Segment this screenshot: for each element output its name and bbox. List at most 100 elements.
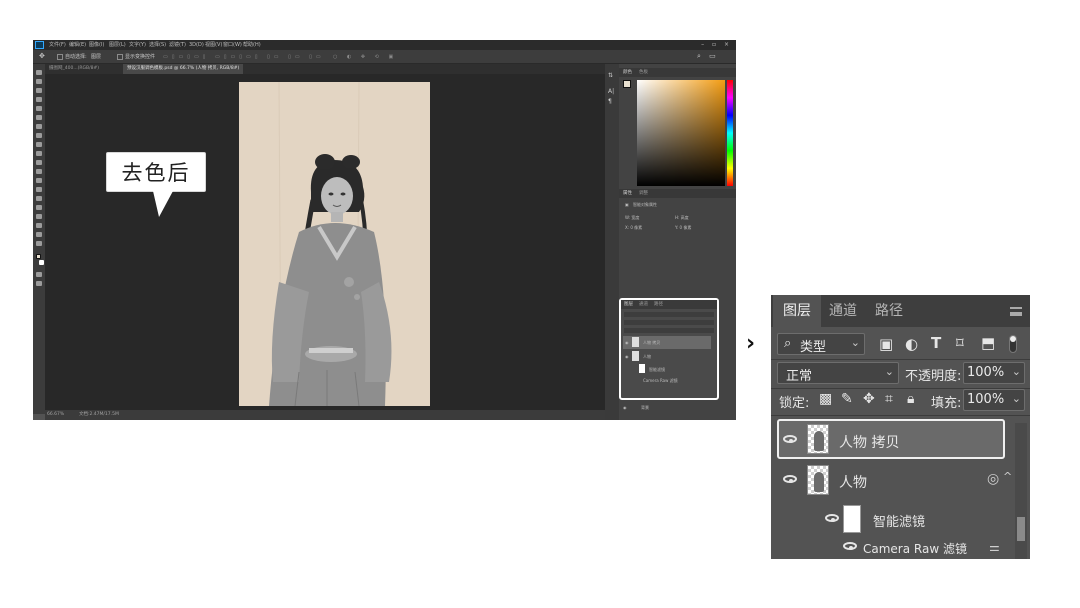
3d-mode-icons[interactable]: ○ ◐ ✥ ⟲ ▣ bbox=[333, 53, 397, 61]
eye-icon[interactable] bbox=[825, 514, 839, 522]
tab-adjustments[interactable]: 调整 bbox=[639, 189, 648, 198]
filter-toggle[interactable] bbox=[1009, 335, 1017, 353]
hue-slider[interactable] bbox=[727, 80, 733, 186]
window-controls[interactable]: – ▫ × bbox=[701, 40, 732, 50]
healing-tool-icon[interactable] bbox=[36, 124, 42, 129]
align-icons[interactable]: ▭▯▭▯▭▯ ▭▯▭▯▭▯ ▯▭ ▯▭ ▯▭ bbox=[163, 53, 325, 61]
foreground-color-swatch[interactable] bbox=[36, 254, 41, 259]
menu-edit[interactable]: 编辑(E) bbox=[69, 41, 86, 49]
brush-tool-icon[interactable] bbox=[36, 133, 42, 138]
lock-position-icon[interactable]: ✥ bbox=[863, 391, 875, 407]
mini-tab-layers[interactable]: 图层 bbox=[624, 300, 633, 309]
zoom-tool-icon[interactable] bbox=[36, 241, 42, 246]
menu-type[interactable]: 文字(Y) bbox=[129, 41, 146, 49]
document-image[interactable] bbox=[239, 82, 430, 406]
history-icon[interactable]: ⇅ bbox=[608, 72, 613, 79]
filter-adjustment-icon[interactable]: ◐ bbox=[905, 335, 918, 353]
filter-type-icon[interactable]: T bbox=[931, 334, 941, 352]
prop-x[interactable]: X: 0 像素 bbox=[625, 225, 642, 231]
tab-paths[interactable]: 路径 bbox=[865, 295, 913, 327]
gradient-tool-icon[interactable] bbox=[36, 169, 42, 174]
mini-smart-filters-row[interactable]: 智能滤镜 bbox=[631, 364, 711, 374]
eraser-tool-icon[interactable] bbox=[36, 160, 42, 165]
menu-layer[interactable]: 图层(L) bbox=[109, 41, 126, 49]
eyedropper-tool-icon[interactable] bbox=[36, 115, 42, 120]
paragraph-icon[interactable]: ¶ bbox=[608, 98, 612, 105]
filter-pixel-icon[interactable]: ▣ bbox=[879, 335, 893, 353]
type-tool-icon[interactable] bbox=[36, 205, 42, 210]
tab-swatches[interactable]: 色板 bbox=[639, 68, 648, 77]
mini-tab-paths[interactable]: 路径 bbox=[654, 300, 663, 309]
shape-tool-icon[interactable] bbox=[36, 223, 42, 228]
opacity-field[interactable]: 100% ⌄ bbox=[963, 362, 1025, 384]
menu-select[interactable]: 选择(S) bbox=[149, 41, 166, 49]
canvas-area[interactable] bbox=[45, 74, 611, 410]
panel-menu-icon[interactable] bbox=[1010, 307, 1022, 316]
eye-icon[interactable] bbox=[843, 542, 857, 550]
path-select-tool-icon[interactable] bbox=[36, 214, 42, 219]
tab-document-1[interactable]: 摄图网_400...(RGB/8#) bbox=[45, 64, 103, 74]
mini-eye-icon[interactable]: ◉ bbox=[625, 354, 629, 359]
screen-mode-icon[interactable] bbox=[36, 281, 42, 286]
blend-mode-dropdown[interactable]: 正常 ⌄ bbox=[777, 362, 899, 384]
dodge-tool-icon[interactable] bbox=[36, 187, 42, 192]
fill-field[interactable]: 100% ⌄ bbox=[963, 389, 1025, 411]
zoom-readout[interactable]: 66.67% bbox=[47, 410, 64, 420]
layer-row-selected[interactable]: 人物 拷贝 bbox=[777, 419, 1005, 459]
lock-artboard-icon[interactable]: ⌗ bbox=[885, 391, 893, 407]
tab-color[interactable]: 颜色 bbox=[623, 68, 632, 77]
lock-transparent-icon[interactable]: ▩ bbox=[819, 391, 832, 407]
marquee-tool-icon[interactable] bbox=[36, 79, 42, 84]
eye-icon[interactable] bbox=[783, 435, 797, 443]
tab-document-2[interactable]: 预设汉服调色模板.psd @ 66.7% (人物 拷贝, RGB/8#) bbox=[123, 64, 244, 74]
color-picker-field[interactable] bbox=[637, 80, 725, 186]
auto-select-dropdown[interactable]: 图层 bbox=[91, 53, 101, 61]
menu-view[interactable]: 视图(V) bbox=[205, 41, 222, 49]
auto-select-checkbox[interactable] bbox=[57, 54, 63, 60]
stamp-tool-icon[interactable] bbox=[36, 142, 42, 147]
prop-height[interactable]: H: 高度 bbox=[675, 215, 689, 221]
quick-select-tool-icon[interactable] bbox=[36, 97, 42, 102]
blur-tool-icon[interactable] bbox=[36, 178, 42, 183]
menu-image[interactable]: 图像(I) bbox=[89, 41, 104, 49]
mini-layer-row[interactable]: ◉ 人物 bbox=[623, 350, 711, 363]
layer-filter-dropdown[interactable]: ⌕ 类型 ⌄ bbox=[777, 333, 865, 355]
background-color-swatch[interactable] bbox=[39, 260, 44, 265]
menu-file[interactable]: 文件(F) bbox=[49, 41, 66, 49]
foreground-color-chip[interactable] bbox=[623, 80, 631, 88]
lasso-tool-icon[interactable] bbox=[36, 88, 42, 93]
mini-lock-row[interactable] bbox=[624, 328, 714, 333]
mini-eye-icon[interactable]: ◉ bbox=[623, 405, 627, 410]
smart-filters-row[interactable]: 智能滤镜 bbox=[819, 503, 1009, 535]
camera-raw-filter-row[interactable]: Camera Raw 滤镜 ⚌ bbox=[841, 537, 1011, 557]
filter-shape-icon[interactable]: ⌑ bbox=[956, 334, 964, 352]
lock-all-icon[interactable]: 🔒︎ bbox=[907, 391, 914, 407]
mini-blend-row[interactable] bbox=[624, 320, 714, 325]
lock-image-brush-icon[interactable]: ✎ bbox=[841, 391, 853, 407]
pen-tool-icon[interactable] bbox=[36, 196, 42, 201]
prop-y[interactable]: Y: 0 像素 bbox=[675, 225, 691, 231]
menu-filter[interactable]: 滤镜(T) bbox=[169, 41, 186, 49]
menu-window[interactable]: 窗口(W) bbox=[223, 41, 242, 49]
tab-layers[interactable]: 图层 bbox=[773, 295, 821, 327]
move-tool-icon[interactable]: ✥ bbox=[39, 52, 45, 60]
mini-eye-icon[interactable]: ◉ bbox=[625, 340, 629, 345]
chevron-up-icon[interactable]: ^ bbox=[1003, 470, 1012, 483]
crop-tool-icon[interactable] bbox=[36, 106, 42, 111]
layer-row[interactable]: 人物 ◎ ^ bbox=[777, 461, 1012, 501]
mini-tab-channels[interactable]: 通道 bbox=[639, 300, 648, 309]
filter-smart-object-icon[interactable]: ⬒ bbox=[981, 334, 995, 352]
history-brush-icon[interactable] bbox=[36, 151, 42, 156]
mini-filter-row[interactable] bbox=[624, 312, 714, 317]
hand-tool-icon[interactable] bbox=[36, 232, 42, 237]
character-icon[interactable]: A| bbox=[608, 88, 614, 95]
menu-3d[interactable]: 3D(D) bbox=[189, 41, 204, 49]
show-transform-checkbox[interactable] bbox=[117, 54, 123, 60]
mini-background-row[interactable]: ◉ 背景 bbox=[621, 402, 717, 414]
move-tool-icon[interactable] bbox=[36, 70, 42, 75]
search-icon[interactable]: ⌕ ▭ bbox=[697, 52, 719, 60]
prop-width[interactable]: W: 宽度 bbox=[625, 215, 639, 221]
tab-properties[interactable]: 属性 bbox=[623, 189, 632, 198]
mini-layer-row-selected[interactable]: ◉ 人物 拷贝 bbox=[623, 336, 711, 349]
filter-options-icon[interactable]: ⚌ bbox=[989, 540, 1000, 554]
